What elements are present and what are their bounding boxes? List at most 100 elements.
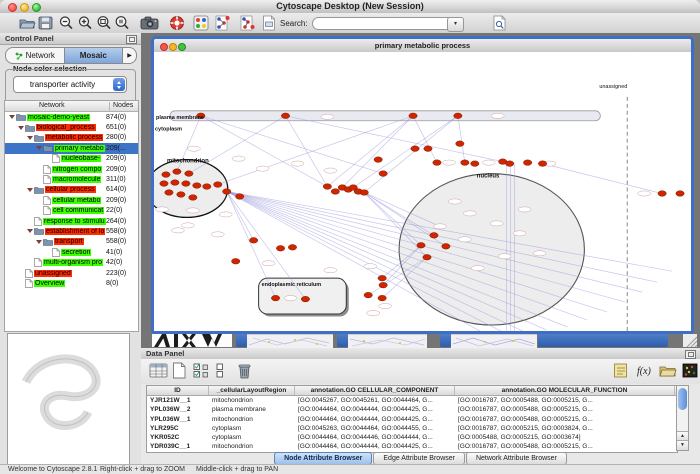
background-window-fragment[interactable]: [451, 334, 537, 348]
tree-expand-icon[interactable]: [35, 240, 43, 244]
search-input[interactable]: [312, 17, 454, 30]
table-row[interactable]: YPL036W__1mitochondrion[GO:0044464, GO:0…: [147, 415, 677, 424]
network-node[interactable]: [374, 157, 382, 163]
node-color-combobox[interactable]: transporter activity: [13, 76, 127, 93]
float-panel-icon[interactable]: [685, 350, 696, 359]
network-node[interactable]: [423, 254, 431, 260]
inner-close-button[interactable]: [160, 43, 168, 51]
network-node[interactable]: [433, 160, 441, 166]
tree-expand-icon[interactable]: [17, 126, 25, 130]
table-header-row[interactable]: ID_cellularLayoutRegionannotation.GO CEL…: [147, 386, 677, 396]
network-edge[interactable]: [364, 116, 458, 193]
network-node[interactable]: [171, 180, 179, 186]
tree-expand-icon[interactable]: [26, 188, 34, 192]
tree-row-establishment-of-lo[interactable]: establishment of lo558(0): [5, 226, 138, 236]
network-node[interactable]: [379, 282, 387, 288]
network-node[interactable]: [203, 184, 211, 190]
network-node[interactable]: [364, 292, 372, 298]
tree-row-biological-process[interactable]: biological_process651(0): [5, 122, 138, 132]
background-window-fragment[interactable]: [152, 334, 232, 347]
minimize-window-button[interactable]: [20, 3, 29, 12]
network-node[interactable]: [658, 191, 666, 197]
tree-row-transport[interactable]: transport558(0): [5, 237, 138, 247]
resize-grip-icon[interactable]: [683, 334, 697, 347]
snapshot-icon[interactable]: [140, 15, 157, 31]
inner-zoom-button[interactable]: [178, 43, 186, 51]
zoom-fit-icon[interactable]: [96, 15, 113, 31]
function-builder-icon[interactable]: f(x): [635, 362, 654, 380]
tree-row-unassigned[interactable]: unassigned223(0): [5, 268, 138, 278]
network-node[interactable]: [430, 233, 438, 239]
float-panel-icon[interactable]: [126, 35, 137, 44]
network-window-titlebar[interactable]: primary metabolic process: [154, 39, 691, 53]
network-node[interactable]: [379, 171, 387, 177]
background-window-fragment[interactable]: [337, 334, 348, 347]
open-session-icon[interactable]: [19, 15, 36, 31]
tree-row-cellular-process[interactable]: cellular process614(0): [5, 185, 138, 195]
network-edge[interactable]: [413, 116, 437, 163]
background-window-fragment[interactable]: [348, 334, 427, 348]
vizmapper-icon[interactable]: [193, 15, 210, 31]
save-session-icon[interactable]: [38, 15, 55, 31]
network-node[interactable]: [360, 190, 368, 196]
background-window-fragment[interactable]: [247, 334, 333, 348]
tree-row-nucleobase-[interactable]: nucleobase-209(0): [5, 154, 138, 164]
network-node[interactable]: [235, 194, 243, 200]
column-header[interactable]: annotation.GO CELLULAR_COMPONENT: [295, 386, 455, 395]
tabs-overflow-arrow[interactable]: ▶: [123, 48, 136, 63]
network-edge[interactable]: [286, 116, 328, 187]
zoom-in-icon[interactable]: [77, 15, 94, 31]
attribute-table[interactable]: ID_cellularLayoutRegionannotation.GO CEL…: [146, 385, 678, 453]
zoom-window-button[interactable]: [32, 3, 41, 12]
column-header[interactable]: annotation.GO MOLECULAR_FUNCTION: [455, 386, 675, 395]
delete-attribute-icon[interactable]: [237, 362, 256, 380]
tree-row-cellular-metabo[interactable]: cellular metabo209(0): [5, 195, 138, 205]
birdseye-view-panel[interactable]: [7, 333, 130, 474]
network-node[interactable]: [185, 171, 193, 177]
network-edge[interactable]: [353, 116, 458, 188]
network-node[interactable]: [378, 295, 386, 301]
tree-row-primary-metabo[interactable]: primary metabo209(...: [5, 143, 138, 153]
table-row[interactable]: YJR121W__1mitochondrion[GO:0045267, GO:0…: [147, 396, 677, 405]
table-row[interactable]: YPL036W__2plasma membrane[GO:0044464, GO…: [147, 405, 677, 414]
tree-row-secretion[interactable]: secretion41(0): [5, 247, 138, 257]
network-node[interactable]: [223, 189, 231, 195]
table-row[interactable]: YLR295Ccytoplasm[GO:0045263, GO:0044464,…: [147, 424, 677, 433]
network-node[interactable]: [505, 161, 513, 167]
network-node[interactable]: [173, 169, 181, 175]
tree-row-cell-communicat[interactable]: cell communicat22(0): [5, 206, 138, 216]
plasma-membrane-region[interactable]: [170, 111, 600, 121]
network-node[interactable]: [182, 181, 190, 187]
network-node[interactable]: [271, 295, 279, 301]
network-node[interactable]: [232, 258, 240, 264]
zoom-selected-icon[interactable]: [114, 15, 131, 31]
scrollbar-thumb[interactable]: [678, 388, 687, 410]
network-node[interactable]: [160, 181, 168, 187]
network-node[interactable]: [276, 246, 284, 252]
network-node[interactable]: [454, 113, 462, 119]
background-window-fragment[interactable]: [440, 334, 451, 347]
network-node[interactable]: [162, 172, 170, 178]
select-attributes-icon[interactable]: [193, 362, 212, 380]
background-window-fragment[interactable]: [236, 334, 247, 347]
tab-network[interactable]: Network: [6, 48, 64, 63]
zoom-out-icon[interactable]: [58, 15, 75, 31]
import-attributes-icon[interactable]: [659, 362, 678, 380]
window-titlebar[interactable]: Cytoscape Desktop (New Session): [0, 0, 700, 14]
network-node[interactable]: [249, 238, 257, 244]
close-window-button[interactable]: [8, 3, 17, 12]
network-node[interactable]: [177, 192, 185, 198]
network-node[interactable]: [214, 182, 222, 188]
annotation-icon[interactable]: [262, 15, 279, 31]
network-node[interactable]: [165, 190, 173, 196]
background-window-fragment[interactable]: [538, 334, 668, 347]
network-node[interactable]: [676, 191, 684, 197]
network-node[interactable]: [424, 146, 432, 152]
table-row[interactable]: YDR039C__1mitochondrion[GO:0044464, GO:0…: [147, 442, 677, 451]
tab-mosaic[interactable]: Mosaic: [64, 48, 124, 63]
tree-expand-icon[interactable]: [26, 229, 34, 233]
tree-expand-icon[interactable]: [26, 136, 34, 140]
network-node[interactable]: [456, 141, 464, 147]
network-node[interactable]: [411, 146, 419, 152]
tree-row-mosaic-demo-yeast[interactable]: mosaic-demo-yeast874(0): [5, 112, 138, 122]
